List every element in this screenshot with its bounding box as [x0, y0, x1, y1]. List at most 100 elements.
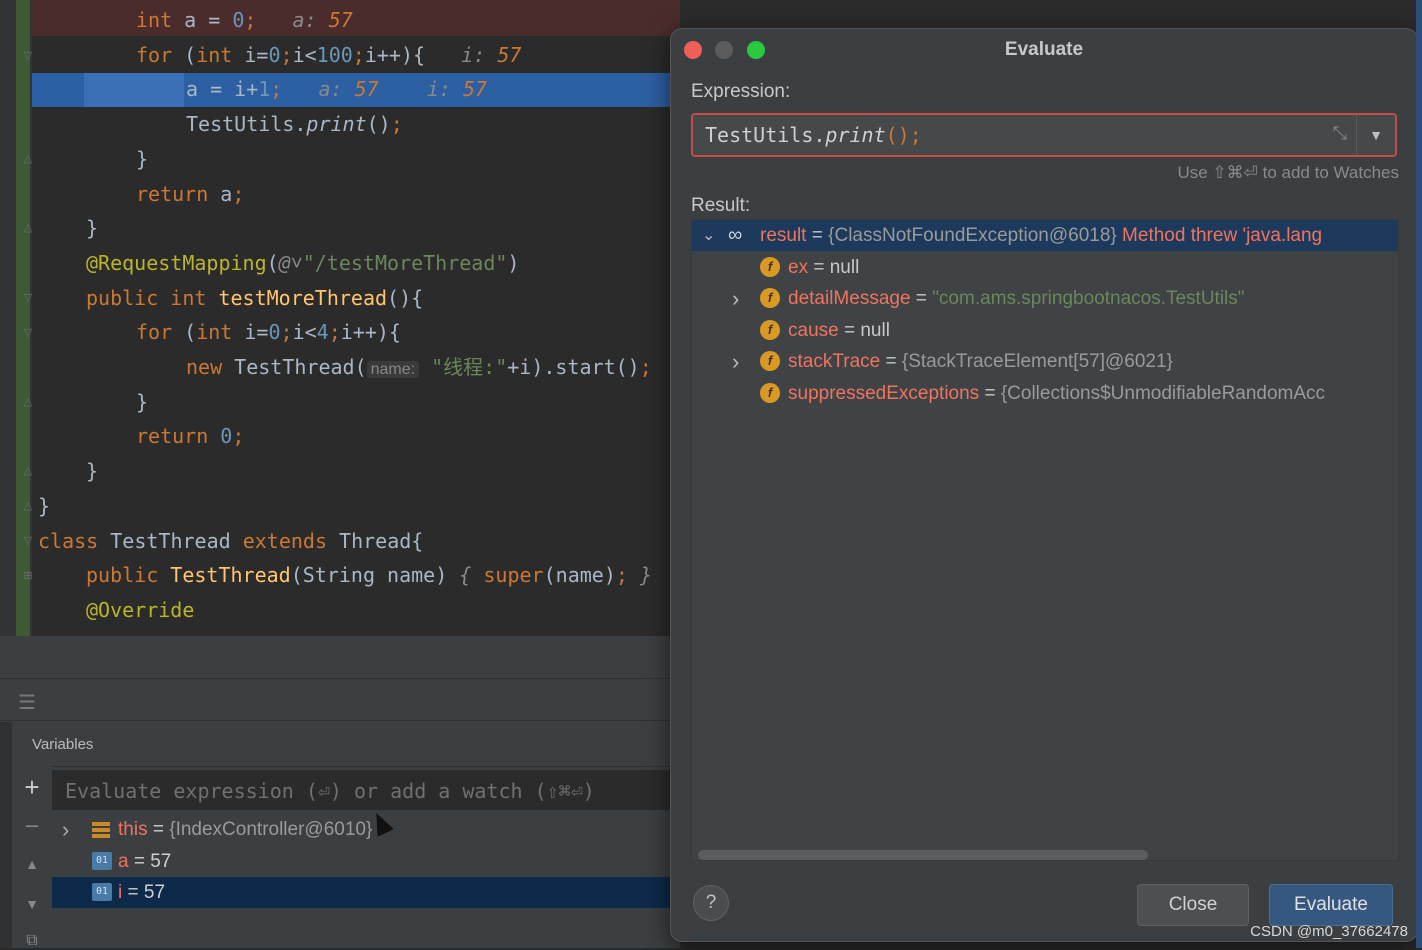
variable-row[interactable]: 01 i = 57	[52, 877, 680, 908]
code-line[interactable]: new TestThread(name: "线程:"+i).start();	[186, 350, 652, 384]
evaluate-button[interactable]: Evaluate	[1269, 884, 1393, 926]
code-token: ;	[280, 320, 293, 345]
code-token: public	[86, 563, 171, 588]
code-line[interactable]: public TestThread(String name) { super(n…	[86, 558, 652, 592]
move-up-icon[interactable]: ▲	[22, 856, 42, 872]
result-field-row[interactable]: f ex = null	[692, 252, 1398, 283]
history-dropdown-button[interactable]: ▼	[1356, 115, 1395, 155]
result-field-row[interactable]: › f stackTrace = {StackTraceElement[57]@60…	[692, 346, 1398, 377]
code-line[interactable]: }	[136, 142, 148, 176]
code-line[interactable]: }	[86, 454, 98, 488]
code-token: 0	[232, 8, 245, 32]
result-field-row[interactable]: › f detailMessage = "com.ams.springbootnac…	[692, 283, 1398, 314]
fold-icon[interactable]: ▽	[22, 50, 34, 62]
code-line[interactable]: class TestThread extends Thread{	[38, 524, 423, 558]
variable-eq: =	[128, 850, 151, 872]
code-token: 57	[497, 42, 522, 67]
fold-icon[interactable]: ▽	[22, 535, 34, 547]
fold-icon[interactable]: ▽	[22, 292, 34, 304]
frames-strip	[0, 722, 12, 948]
watch-expression-input[interactable]: Evaluate expression (⏎) or add a watch (…	[52, 770, 680, 810]
code-token: 100	[316, 42, 353, 67]
code-line[interactable]: for (int i=0;i<4;i++){	[136, 315, 401, 349]
expression-prefix: TestUtils.	[705, 123, 826, 147]
move-down-icon[interactable]: ▼	[22, 896, 42, 912]
code-line[interactable]: TestUtils.print();	[186, 107, 403, 141]
code-token: print	[306, 112, 367, 137]
code-token: (	[266, 250, 279, 275]
result-error-text: Method threw 'java.lang	[1122, 225, 1323, 246]
code-token: ;	[232, 181, 245, 206]
fold-icon[interactable]: ⊞	[22, 570, 34, 582]
remove-watch-icon[interactable]: –	[22, 812, 42, 838]
variable-row[interactable]: 01 a = 57	[52, 846, 680, 877]
watermark: CSDN @m0_37662478	[1250, 923, 1408, 940]
code-line[interactable]: }	[136, 385, 148, 419]
dialog-titlebar[interactable]: Evaluate	[671, 29, 1417, 71]
code-token: i=	[244, 320, 269, 345]
help-button[interactable]: ?	[693, 885, 729, 921]
field-eq: =	[910, 288, 933, 309]
code-token: public int	[86, 285, 219, 310]
debug-panel: ☰ Variables + – ▲ ▼ ⧉ Evaluate expressio…	[0, 636, 680, 950]
result-field-row[interactable]: f suppressedExceptions = {Collections$Unm…	[692, 378, 1398, 409]
result-root-row[interactable]: ⌄ ∞ result = {ClassNotFoundException@601…	[692, 220, 1398, 251]
code-token: +i).start()	[507, 355, 640, 379]
code-token: 0	[268, 320, 281, 345]
code-line[interactable]: a = i+1; a: 57 i: 57	[186, 72, 487, 106]
result-field-row[interactable]: f cause = null	[692, 315, 1398, 346]
add-watch-icon[interactable]: +	[22, 772, 42, 803]
field-eq: =	[979, 382, 1001, 404]
fold-icon[interactable]: △	[22, 222, 34, 234]
code-token: (){	[387, 285, 424, 310]
code-token: testMoreThread	[218, 285, 388, 310]
code-token: ;	[280, 42, 293, 67]
fold-icon[interactable]: △	[22, 500, 34, 512]
expression-text[interactable]: TestUtils.print();	[705, 115, 922, 155]
code-line[interactable]: }	[38, 489, 50, 523]
code-line[interactable]: @Override	[86, 593, 194, 627]
copy-icon[interactable]: ⧉	[22, 932, 42, 950]
code-token: }	[136, 389, 149, 414]
field-value: "com.ams.springbootnacos.TestUtils"	[932, 288, 1245, 309]
code-token: (	[184, 320, 197, 345]
fold-icon[interactable]: ▽	[22, 327, 34, 339]
variable-row[interactable]: › this = {IndexController@6010}	[52, 814, 680, 845]
result-tree[interactable]: ⌄ ∞ result = {ClassNotFoundException@601…	[691, 219, 1399, 861]
code-token: i:	[378, 77, 463, 102]
layout-settings-icon[interactable]: ☰	[18, 690, 36, 715]
fold-icon[interactable]: △	[22, 153, 34, 165]
code-line[interactable]: for (int i=0;i<100;i++){ i: 57	[136, 38, 521, 72]
code-token: @RequestMapping	[86, 250, 267, 275]
variable-name: a	[118, 850, 129, 872]
chevron-right-icon[interactable]: ›	[732, 283, 739, 314]
horizontal-scrollbar[interactable]	[698, 850, 1148, 860]
code-line[interactable]: return 0;	[136, 419, 244, 453]
variables-tab-label[interactable]: Variables	[32, 736, 93, 753]
code-token: a	[220, 181, 233, 206]
fold-icon[interactable]: △	[22, 396, 34, 408]
code-token: new	[186, 355, 235, 379]
code-line[interactable]: public int testMoreThread(){	[86, 281, 423, 315]
code-token: i<	[292, 320, 317, 345]
code-token: Thread{	[339, 528, 424, 553]
code-line[interactable]: }	[86, 211, 98, 245]
code-editor[interactable]: ▽ △ △ ▽ ▽ △ △ △ ▽ ⊞ int a = 0; a: 57 for …	[0, 0, 680, 636]
code-token: int	[196, 320, 245, 345]
variable-value: 57	[143, 882, 166, 903]
dialog-title: Evaluate	[1004, 39, 1084, 60]
expression-input[interactable]: TestUtils.print(); ⤡ ▼	[691, 113, 1397, 157]
field-name: stackTrace	[788, 351, 881, 372]
code-line[interactable]: int a = 0; a: 57	[136, 3, 353, 37]
field-name: detailMessage	[788, 288, 911, 309]
chevron-right-icon[interactable]: ›	[732, 346, 739, 377]
field-value: null	[860, 319, 890, 341]
fold-icon[interactable]: △	[22, 465, 34, 477]
expand-editor-icon[interactable]: ⤡	[1333, 123, 1347, 144]
chevron-down-icon[interactable]: ⌄	[702, 220, 715, 251]
chevron-right-icon[interactable]: ›	[62, 814, 69, 845]
code-token: super	[483, 563, 544, 588]
close-button[interactable]: Close	[1137, 884, 1249, 926]
code-line[interactable]: @RequestMapping(@˅"/testMoreThread")	[86, 246, 519, 280]
code-line[interactable]: return a;	[136, 177, 244, 211]
